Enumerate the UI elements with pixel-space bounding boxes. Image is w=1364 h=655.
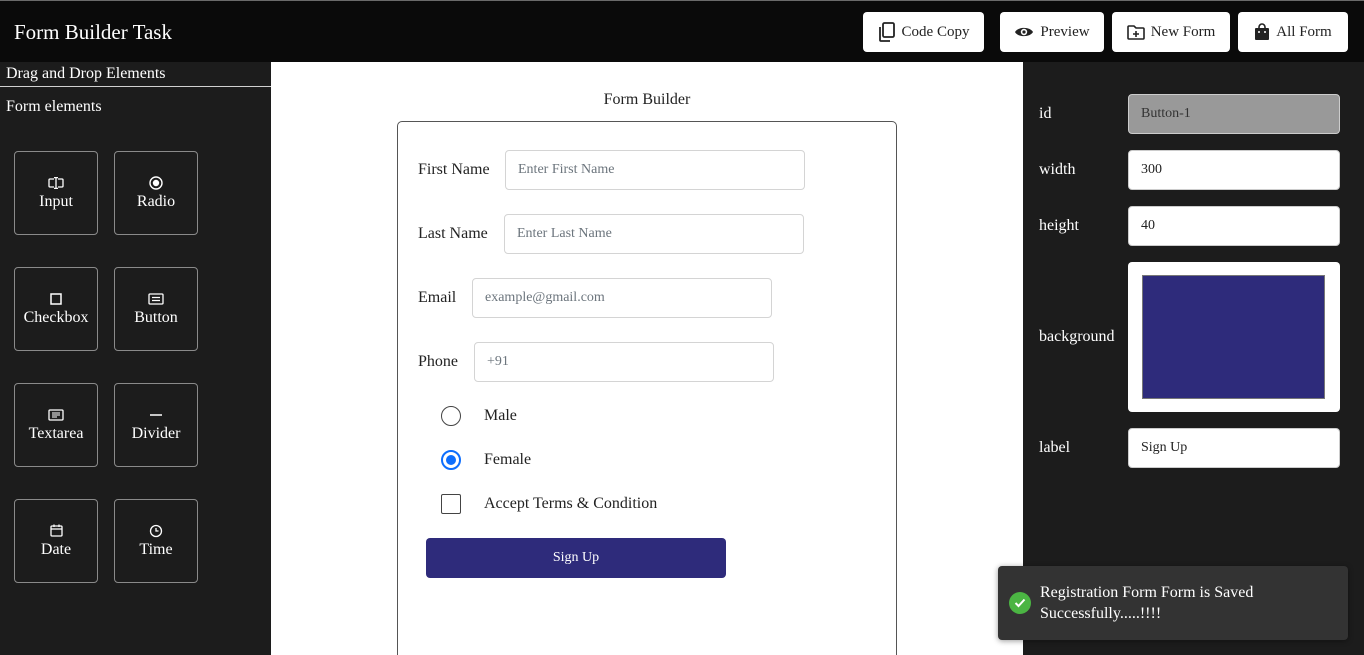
canvas-title: Form Builder	[603, 91, 691, 108]
element-checkbox[interactable]: Checkbox	[14, 267, 98, 351]
gender-male-label: Male	[484, 407, 517, 424]
button-icon	[148, 292, 164, 306]
gender-male-radio[interactable]	[441, 406, 461, 426]
phone-label: Phone	[418, 353, 458, 370]
prop-height-input[interactable]	[1128, 206, 1340, 246]
copy-icon	[878, 22, 896, 42]
element-date[interactable]: Date	[14, 499, 98, 583]
email-label: Email	[418, 289, 457, 306]
first-name-input[interactable]	[505, 150, 805, 190]
element-date-label: Date	[40, 540, 72, 558]
new-form-label: New Form	[1150, 23, 1216, 40]
textarea-icon	[48, 408, 64, 422]
form-canvas: Form Builder First Name Last Name Email …	[271, 62, 1023, 655]
element-time[interactable]: Time	[114, 499, 198, 583]
sign-up-button[interactable]: Sign Up	[426, 538, 726, 578]
prop-id-input	[1128, 94, 1340, 134]
input-cursor-icon	[48, 176, 64, 190]
element-divider-label: Divider	[131, 424, 181, 442]
preview-button[interactable]: Preview	[1000, 12, 1104, 52]
code-copy-button[interactable]: Code Copy	[863, 12, 984, 52]
last-name-input[interactable]	[504, 214, 804, 254]
app-title: Form Builder Task	[14, 20, 172, 44]
toast-message: Registration Form Form is Saved Successf…	[1040, 584, 1254, 622]
background-color-swatch[interactable]	[1142, 275, 1325, 399]
element-radio[interactable]: Radio	[114, 151, 198, 235]
phone-input[interactable]	[474, 342, 774, 382]
clock-icon	[149, 524, 163, 538]
sign-up-label: Sign Up	[552, 550, 600, 565]
element-checkbox-label: Checkbox	[23, 308, 89, 326]
prop-label-label: label	[1039, 439, 1071, 456]
last-name-label: Last Name	[418, 225, 488, 242]
terms-checkbox[interactable]	[441, 494, 461, 514]
elements-sidebar: Drag and Drop Elements Form elements Inp…	[0, 62, 271, 655]
prop-height-label: height	[1039, 217, 1079, 234]
element-button-label: Button	[134, 308, 178, 326]
radio-icon	[149, 175, 163, 190]
new-form-button[interactable]: New Form	[1112, 12, 1230, 52]
calendar-icon	[49, 524, 63, 538]
element-input[interactable]: Input	[14, 151, 98, 235]
top-bar: Form Builder Task Code Copy Preview New …	[0, 0, 1364, 62]
gender-female-label: Female	[484, 451, 532, 468]
success-toast: Registration Form Form is Saved Successf…	[998, 566, 1348, 640]
prop-label-input[interactable]	[1128, 428, 1340, 468]
prop-id-label: id	[1039, 105, 1052, 122]
prop-background-label: background	[1039, 328, 1115, 345]
shopping-bag-icon	[1254, 23, 1270, 41]
element-textarea-label: Textarea	[28, 424, 84, 442]
all-form-button[interactable]: All Form	[1238, 12, 1348, 52]
email-input[interactable]	[472, 278, 772, 318]
element-input-label: Input	[39, 192, 73, 210]
sidebar-divider	[0, 86, 271, 87]
divider-icon	[149, 408, 163, 422]
prop-width-input[interactable]	[1128, 150, 1340, 190]
element-radio-label: Radio	[136, 192, 176, 210]
preview-label: Preview	[1040, 23, 1090, 40]
gender-female-radio[interactable]	[441, 450, 461, 470]
checkbox-icon	[50, 292, 62, 306]
background-color-picker[interactable]	[1128, 262, 1340, 412]
code-copy-label: Code Copy	[901, 23, 970, 40]
form-preview: First Name Last Name Email Phone Male Fe…	[397, 121, 897, 655]
terms-label: Accept Terms & Condition	[484, 495, 658, 512]
first-name-label: First Name	[418, 161, 490, 178]
eye-icon	[1014, 25, 1034, 39]
element-time-label: Time	[139, 540, 173, 558]
folder-plus-icon	[1126, 24, 1145, 40]
prop-width-label: width	[1039, 161, 1076, 178]
element-textarea[interactable]: Textarea	[14, 383, 98, 467]
check-circle-icon	[1009, 592, 1031, 614]
sidebar-subheading: Form elements	[6, 98, 102, 115]
all-form-label: All Form	[1276, 23, 1332, 40]
element-button[interactable]: Button	[114, 267, 198, 351]
sidebar-heading: Drag and Drop Elements	[6, 65, 166, 82]
element-divider[interactable]: Divider	[114, 383, 198, 467]
